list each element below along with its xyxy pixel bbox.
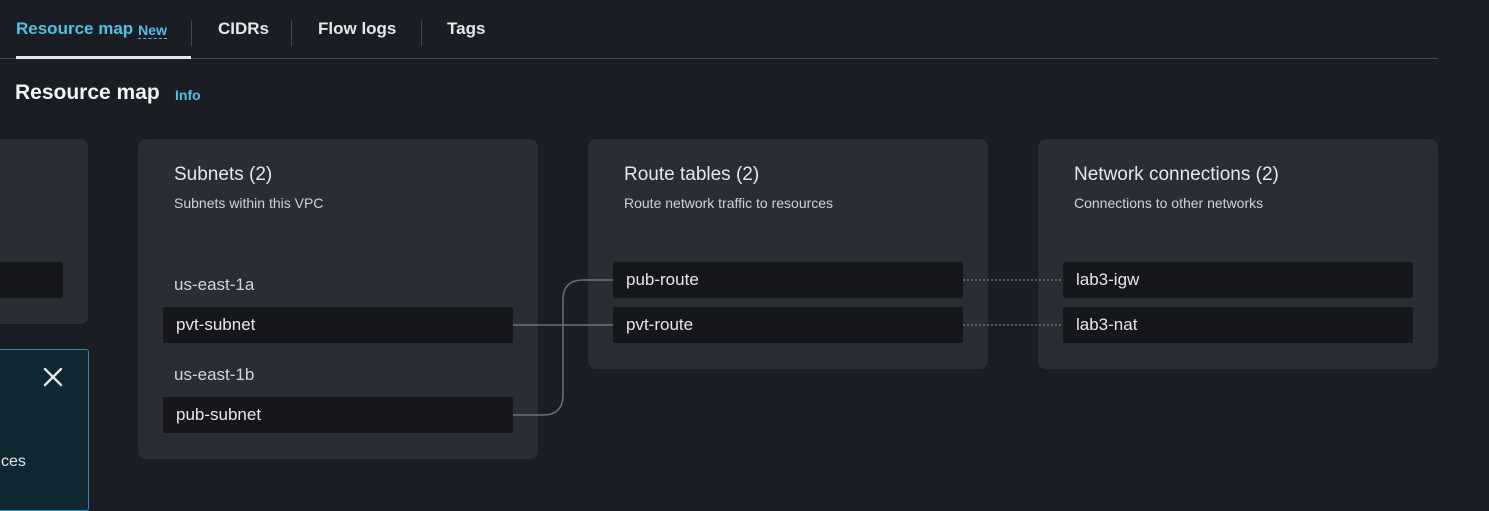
tab-divider [291, 20, 292, 46]
section-title: Resource map [15, 80, 160, 106]
vpc-card-partial [0, 139, 88, 324]
close-icon[interactable] [41, 365, 65, 389]
vpc-item[interactable] [0, 262, 63, 298]
az-label: us-east-1a [174, 275, 254, 295]
tab-resource-map-label: Resource map [16, 19, 133, 39]
subnets-title: Subnets (2) [174, 164, 272, 186]
route-tables-subtitle: Route network traffic to resources [624, 195, 833, 211]
info-popup: e ces [0, 349, 89, 511]
tab-cidrs[interactable]: CIDRs [218, 0, 269, 58]
tab-tags[interactable]: Tags [447, 0, 485, 58]
route-item-pvt[interactable]: pvt-route [613, 307, 963, 343]
network-connections-title: Network connections (2) [1074, 164, 1279, 186]
subnets-subtitle: Subnets within this VPC [174, 195, 323, 211]
tab-bar: Resource map New CIDRs Flow logs Tags [0, 0, 1438, 59]
tab-divider [191, 20, 192, 46]
tab-flow-logs[interactable]: Flow logs [318, 0, 396, 58]
tab-resource-map[interactable]: Resource map New [16, 0, 191, 58]
popup-text: ces [1, 453, 26, 471]
route-tables-card: Route tables (2) Route network traffic t… [588, 139, 988, 369]
subnet-item-pvt[interactable]: pvt-subnet [163, 307, 513, 343]
new-badge: New [138, 22, 167, 39]
network-connections-subtitle: Connections to other networks [1074, 195, 1263, 211]
connection-item-nat[interactable]: lab3-nat [1063, 307, 1413, 343]
az-label: us-east-1b [174, 365, 254, 385]
network-connections-card: Network connections (2) Connections to o… [1038, 139, 1438, 369]
connection-item-igw[interactable]: lab3-igw [1063, 262, 1413, 298]
tab-divider [421, 20, 422, 46]
route-tables-title: Route tables (2) [624, 164, 759, 186]
subnets-card: Subnets (2) Subnets within this VPC us-e… [138, 139, 538, 459]
info-link[interactable]: Info [175, 87, 201, 103]
subnet-item-pub[interactable]: pub-subnet [163, 397, 513, 433]
route-item-pub[interactable]: pub-route [613, 262, 963, 298]
